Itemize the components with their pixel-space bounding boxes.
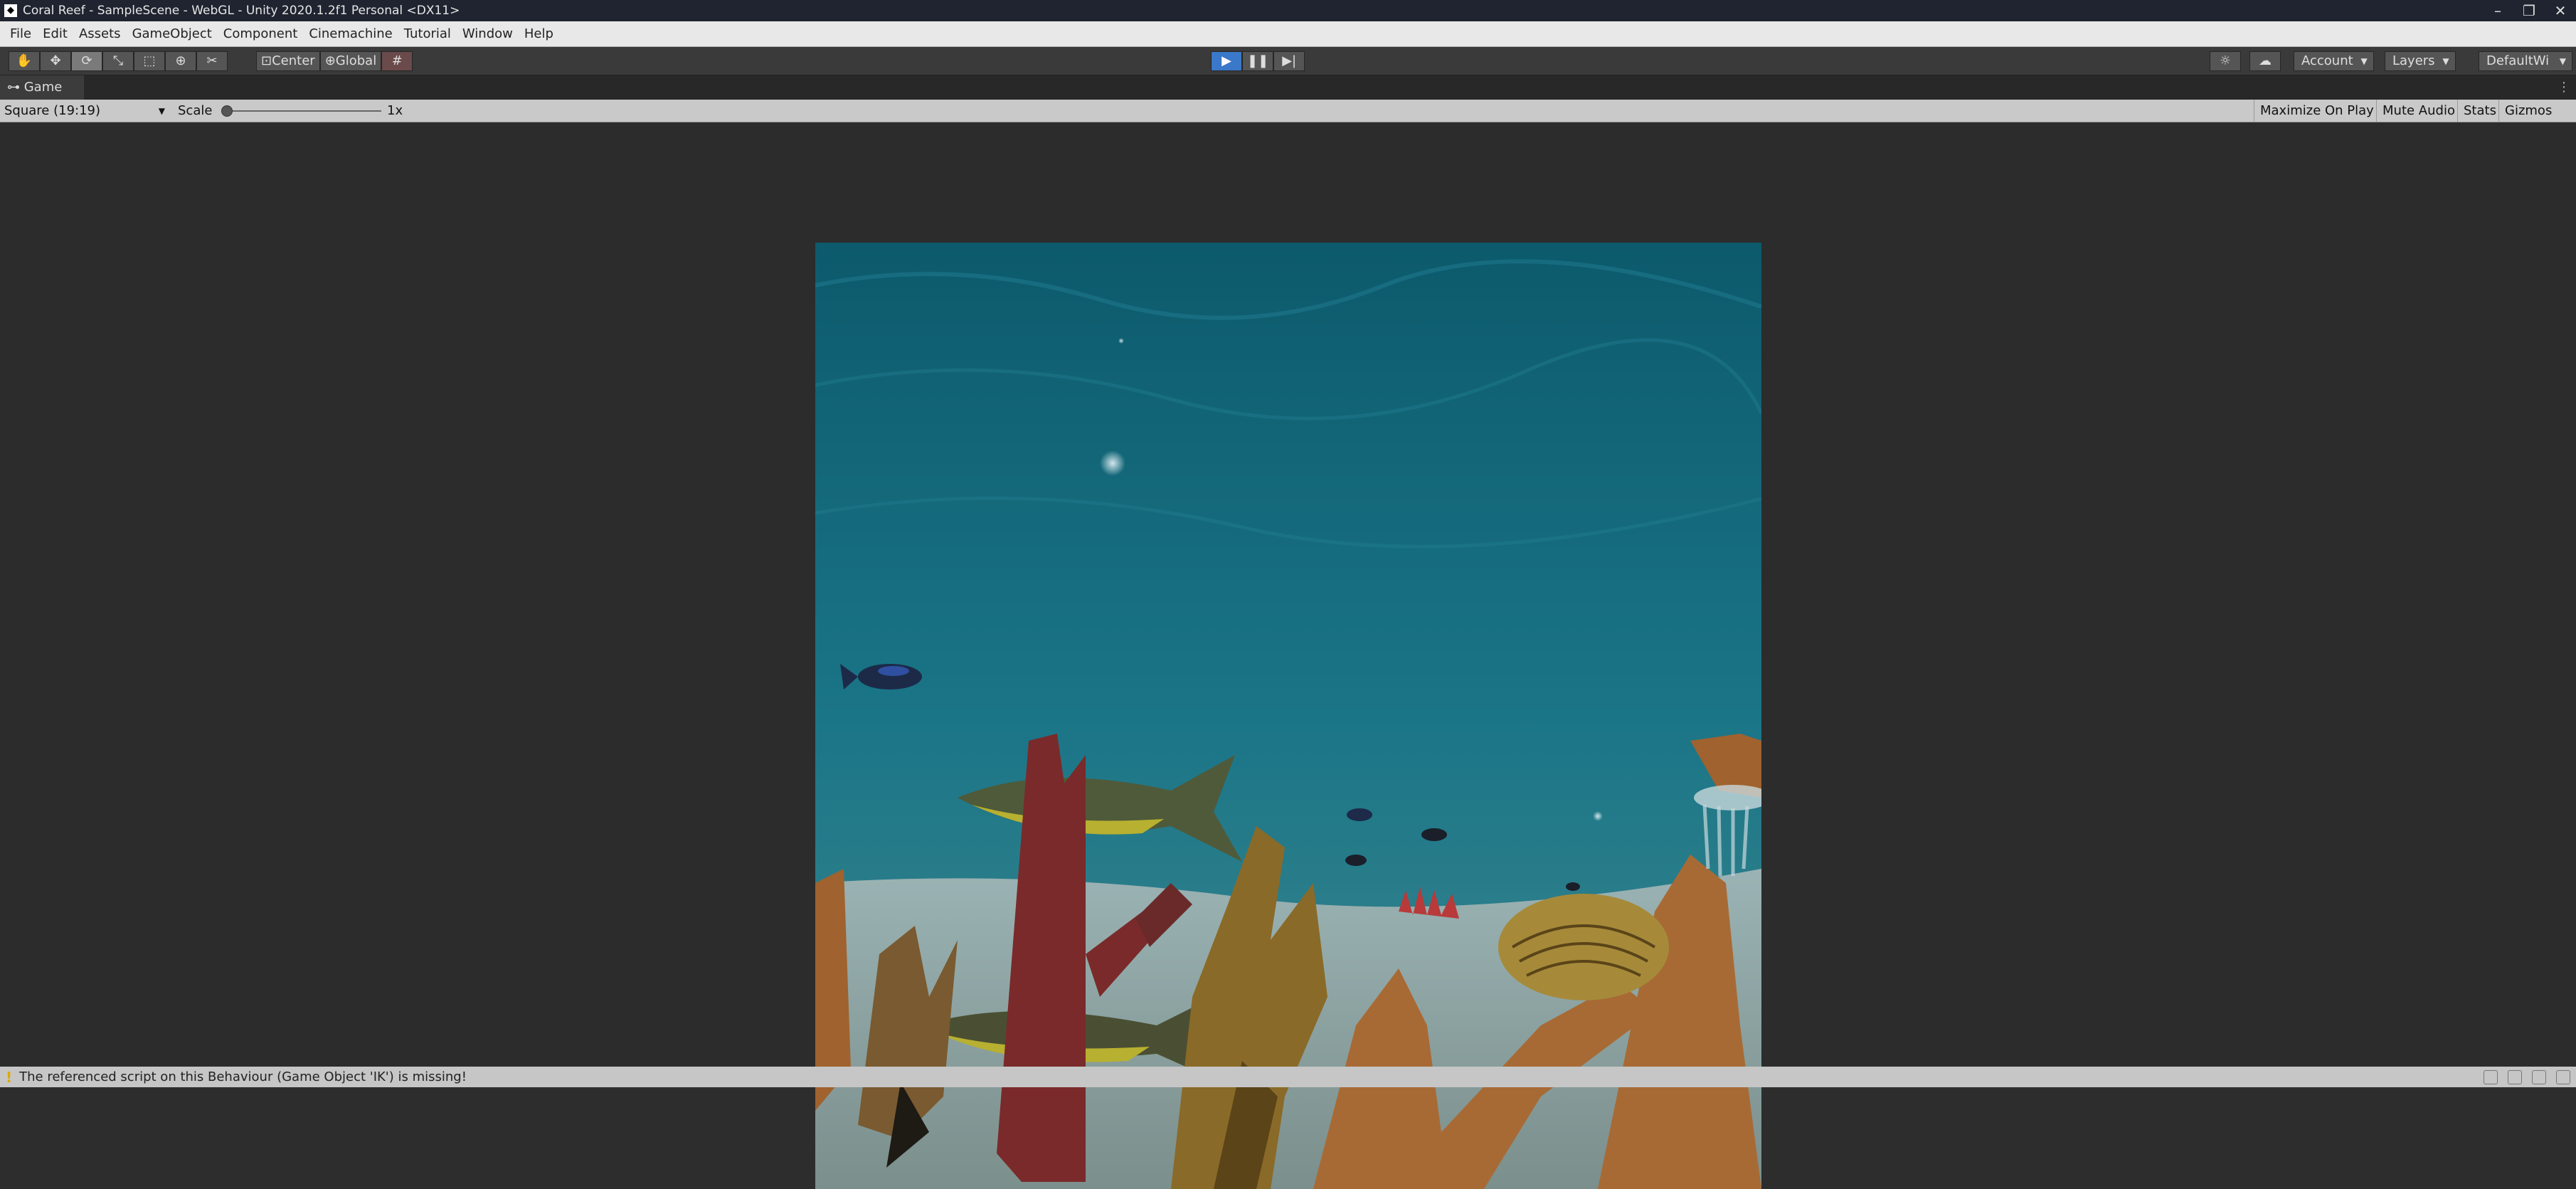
grid-snap-icon: #: [391, 53, 403, 68]
main-toolbar: ✋ ✥ ⟳ ⤡ ⬚ ⊕ ✂ ⊡Center ⊕Global # ▶ ❚❚ ▶| …: [0, 47, 2576, 75]
tab-strip: [0, 75, 2576, 100]
aspect-label: Square (19:19): [4, 103, 101, 118]
scale-label: Scale: [178, 103, 213, 118]
scale-icon: ⤡: [112, 53, 124, 68]
layout-label: DefaultWi: [2486, 53, 2550, 68]
menu-assets[interactable]: Assets: [73, 26, 127, 41]
menu-gameobject[interactable]: GameObject: [127, 26, 218, 41]
play-button[interactable]: ▶: [1211, 51, 1242, 71]
scale-tool-button[interactable]: ⤡: [102, 51, 134, 71]
settings-icon[interactable]: [2556, 1070, 2570, 1084]
collab-button[interactable]: ☼: [2210, 51, 2241, 71]
stats-toggle[interactable]: Stats: [2457, 100, 2502, 122]
rect-tool-button[interactable]: ⬚: [134, 51, 165, 71]
game-viewport[interactable]: [0, 123, 2576, 1189]
cloud-icon: ☁: [2259, 53, 2272, 68]
pivot-mode-label: Center: [272, 53, 315, 68]
rotate-tool-button[interactable]: ⟳: [71, 51, 102, 71]
bubble: [1100, 450, 1125, 476]
pivot-mode-button[interactable]: ⊡Center: [256, 51, 320, 71]
move-icon: ✥: [50, 53, 61, 68]
cache-server-icon[interactable]: [2484, 1070, 2498, 1084]
bubble: [1593, 811, 1603, 821]
scale-slider-track[interactable]: [225, 110, 381, 112]
tab-game-label: Game: [23, 80, 63, 95]
transform-icon: ⊕: [175, 53, 186, 68]
minimize-button[interactable]: –: [2482, 0, 2513, 21]
transform-tool-button[interactable]: ⊕: [165, 51, 196, 71]
game-controller-icon: ⊶: [7, 80, 24, 95]
restore-button[interactable]: ❐: [2513, 0, 2545, 21]
menu-bar: File Edit Assets GameObject Component Ci…: [0, 21, 2576, 47]
window-title: Coral Reef - SampleScene - WebGL - Unity…: [23, 4, 460, 18]
tab-menu-icon[interactable]: ⋮: [2558, 80, 2570, 95]
chevron-down-icon: ▼: [158, 106, 165, 116]
pivot-rotation-button[interactable]: ⊕Global: [319, 51, 382, 71]
menu-window[interactable]: Window: [457, 26, 519, 41]
status-bar: ! The referenced script on this Behaviou…: [0, 1067, 2576, 1087]
account-label: Account: [2301, 53, 2353, 68]
maximize-on-play-toggle[interactable]: Maximize On Play: [2254, 100, 2380, 122]
rotate-icon: ⟳: [81, 53, 92, 68]
chevron-down-icon: ▼: [2360, 56, 2368, 66]
menu-help[interactable]: Help: [519, 26, 559, 41]
menu-component[interactable]: Component: [218, 26, 304, 41]
console-message[interactable]: The referenced script on this Behaviour …: [19, 1069, 467, 1084]
step-button[interactable]: ▶|: [1273, 51, 1305, 71]
layers-label: Layers: [2392, 53, 2435, 68]
window-title-bar: ◆ Coral Reef - SampleScene - WebGL - Uni…: [0, 0, 2576, 21]
game-view-toolbar: Square (19:19) ▼ Scale 1x Maximize On Pl…: [0, 100, 2576, 122]
menu-tutorial[interactable]: Tutorial: [398, 26, 457, 41]
scale-slider-thumb[interactable]: [221, 105, 233, 117]
custom-tool-button[interactable]: ✂: [196, 51, 228, 71]
progress-icon[interactable]: [2508, 1070, 2522, 1084]
pause-button[interactable]: ❚❚: [1242, 51, 1274, 71]
cloud-button[interactable]: ☁: [2249, 51, 2281, 71]
move-tool-button[interactable]: ✥: [40, 51, 71, 71]
layers-dropdown[interactable]: Layers ▼: [2385, 51, 2456, 71]
tab-game[interactable]: ⊶ Game: [0, 75, 84, 100]
gizmos-dropdown[interactable]: Gizmos▼: [2498, 100, 2576, 122]
coral-reef-scene: [815, 243, 1761, 1189]
collab-icon: ☼: [2219, 53, 2232, 68]
debug-mode-icon[interactable]: [2532, 1070, 2546, 1084]
close-button[interactable]: ✕: [2545, 0, 2576, 21]
layout-dropdown[interactable]: DefaultWi ▼: [2479, 51, 2572, 71]
chevron-down-icon: ▼: [2559, 56, 2566, 66]
hand-tool-button[interactable]: ✋: [9, 51, 40, 71]
menu-edit[interactable]: Edit: [37, 26, 73, 41]
rect-icon: ⬚: [143, 53, 156, 68]
menu-file[interactable]: File: [4, 26, 37, 41]
snap-button[interactable]: #: [381, 51, 413, 71]
mute-audio-toggle[interactable]: Mute Audio: [2376, 100, 2461, 122]
account-dropdown[interactable]: Account ▼: [2294, 51, 2374, 71]
unity-logo-icon: ◆: [4, 4, 17, 17]
hand-icon: ✋: [16, 53, 33, 68]
pivot-icon: ⊡: [261, 53, 272, 68]
aspect-dropdown[interactable]: Square (19:19) ▼: [4, 100, 168, 122]
brain-coral: [1498, 894, 1669, 1000]
pivot-rotation-label: Global: [335, 53, 377, 68]
scale-value: 1x: [387, 103, 403, 118]
custom-tool-icon: ✂: [206, 53, 218, 68]
menu-cinemachine[interactable]: Cinemachine: [303, 26, 398, 41]
game-render[interactable]: [815, 243, 1761, 1189]
warning-icon: !: [6, 1068, 13, 1086]
chevron-down-icon: ▼: [2442, 56, 2449, 66]
globe-icon: ⊕: [324, 53, 336, 68]
bubble: [1118, 338, 1124, 344]
gizmos-label: Gizmos: [2505, 103, 2553, 118]
